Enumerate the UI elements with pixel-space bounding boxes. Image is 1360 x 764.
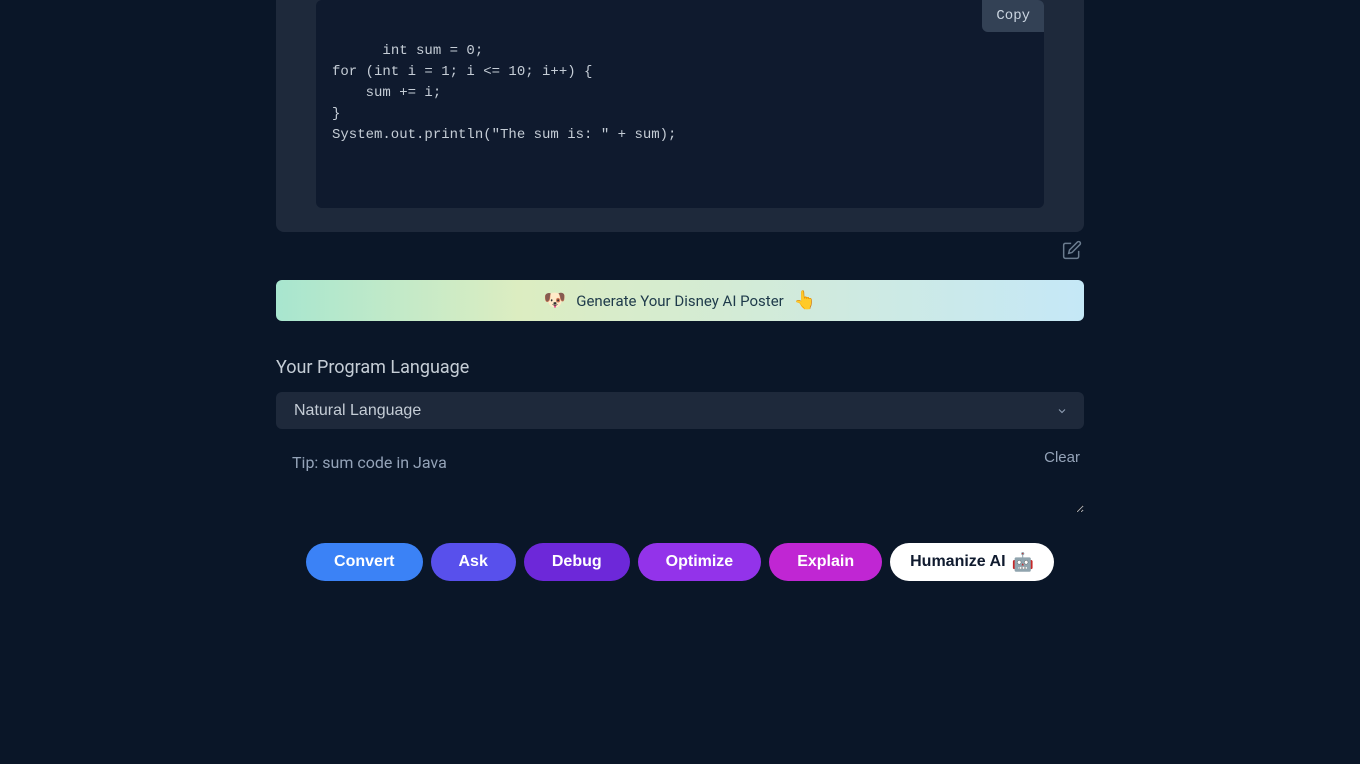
ai-response-card: int sum = 0; for (int i = 1; i <= 10; i+…: [276, 0, 1084, 232]
clear-button[interactable]: Clear: [1044, 449, 1080, 466]
explain-button[interactable]: Explain: [769, 543, 882, 581]
convert-button[interactable]: Convert: [306, 543, 422, 581]
ask-button[interactable]: Ask: [431, 543, 516, 581]
code-block: int sum = 0; for (int i = 1; i <= 10; i+…: [316, 0, 1044, 208]
dog-icon: 🐶: [544, 290, 566, 311]
action-buttons-row: Convert Ask Debug Optimize Explain Human…: [276, 543, 1084, 581]
debug-button[interactable]: Debug: [524, 543, 630, 581]
code-input-wrapper: Clear: [276, 439, 1084, 517]
pointer-icon: 👆: [794, 290, 816, 311]
code-input[interactable]: [276, 439, 1084, 513]
language-select[interactable]: Natural Language: [276, 392, 1084, 429]
language-label: Your Program Language: [276, 357, 1084, 378]
code-content: int sum = 0; for (int i = 1; i <= 10; i+…: [332, 43, 676, 143]
edit-icon[interactable]: [1062, 240, 1082, 260]
humanize-button[interactable]: Humanize AI 🤖: [890, 543, 1054, 581]
banner-text: Generate Your Disney AI Poster: [576, 292, 784, 310]
language-select-wrapper: Natural Language: [276, 392, 1084, 429]
disney-banner[interactable]: 🐶 Generate Your Disney AI Poster 👆: [276, 280, 1084, 321]
optimize-button[interactable]: Optimize: [638, 543, 762, 581]
humanize-label: Humanize AI: [910, 553, 1005, 571]
copy-button[interactable]: Copy: [982, 0, 1044, 32]
edit-icon-wrapper: [276, 240, 1084, 260]
robot-icon: 🤖: [1012, 552, 1034, 573]
